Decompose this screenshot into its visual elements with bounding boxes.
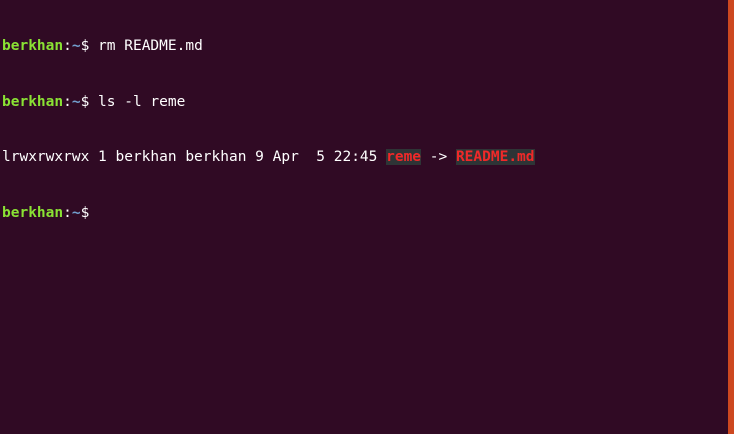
prompt-symbol: $ — [80, 204, 99, 221]
command-text: ls -l reme — [98, 93, 186, 110]
terminal-output[interactable]: berkhan:~$ rm README.md berkhan:~$ ls -l… — [0, 0, 728, 434]
link-arrow: -> — [421, 149, 456, 165]
prompt-colon: : — [63, 38, 72, 54]
broken-link-name: reme — [386, 149, 422, 165]
prompt-symbol: $ — [80, 38, 99, 54]
command-text: rm README.md — [98, 38, 203, 54]
terminal-line: lrwxrwxrwx 1 berkhan berkhan 9 Apr 5 22:… — [2, 148, 728, 167]
terminal-line: berkhan:~$ ls -l reme — [2, 93, 728, 112]
window-edge-scrollbar[interactable] — [728, 0, 734, 434]
prompt-colon: : — [63, 204, 72, 221]
listing-text: lrwxrwxrwx 1 berkhan berkhan 9 Apr 5 22:… — [2, 149, 387, 165]
terminal-line: berkhan:~$ — [2, 204, 728, 223]
prompt-path: ~ — [71, 204, 81, 221]
prompt-user: berkhan — [2, 204, 64, 221]
prompt-path: ~ — [71, 38, 81, 54]
prompt-path: ~ — [71, 93, 81, 110]
prompt-user: berkhan — [2, 38, 64, 54]
prompt-user: berkhan — [2, 93, 64, 110]
terminal-line: berkhan:~$ rm README.md — [2, 37, 728, 56]
terminal-window: berkhan:~$ rm README.md berkhan:~$ ls -l… — [0, 0, 734, 434]
prompt-symbol: $ — [80, 93, 99, 110]
broken-link-target: README.md — [455, 149, 535, 165]
prompt-colon: : — [63, 93, 72, 110]
